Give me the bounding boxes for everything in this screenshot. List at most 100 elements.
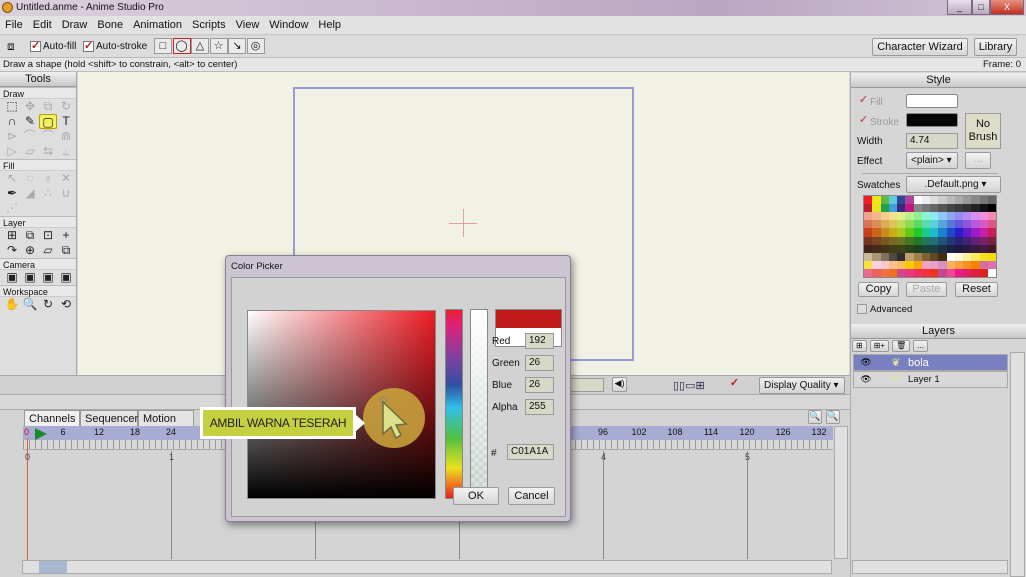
swatch[interactable] — [963, 244, 972, 253]
swatch[interactable] — [872, 260, 881, 269]
menu-draw[interactable]: Draw — [57, 16, 93, 35]
swatch[interactable] — [938, 252, 947, 261]
tool-layer-0-3-icon[interactable]: + — [57, 228, 75, 243]
swatch[interactable] — [921, 268, 930, 277]
swatch[interactable] — [938, 260, 947, 269]
swatch[interactable] — [913, 212, 922, 221]
stroke-checkbox[interactable]: ✓ — [858, 115, 869, 127]
cancel-button[interactable]: Cancel — [508, 487, 555, 505]
swatch[interactable] — [946, 268, 955, 277]
swatch[interactable] — [872, 244, 881, 253]
swatch[interactable] — [963, 204, 972, 213]
tool-draw-1-2-icon[interactable]: ▢ — [39, 114, 57, 129]
swatch[interactable] — [963, 268, 972, 277]
swatch[interactable] — [954, 228, 963, 237]
tool-camera-0-1-icon[interactable]: ▣ — [21, 270, 39, 285]
swatch[interactable] — [888, 228, 897, 237]
swatch[interactable] — [921, 212, 930, 221]
swatch[interactable] — [905, 236, 914, 245]
display-quality-dropdown[interactable]: Display Quality ▾ — [759, 377, 845, 394]
swatch[interactable] — [880, 212, 889, 221]
swatch[interactable] — [864, 212, 873, 221]
swatch[interactable] — [987, 212, 996, 221]
swatch[interactable] — [905, 196, 914, 205]
swatch[interactable] — [954, 252, 963, 261]
swatch[interactable] — [979, 212, 988, 221]
tool-draw-3-3-icon[interactable]: ⥿ — [57, 144, 75, 159]
rectangle-shape-button[interactable]: □ — [154, 38, 172, 54]
new-layer-button[interactable]: ⊞ — [852, 340, 867, 352]
swatch[interactable] — [946, 220, 955, 229]
swatch[interactable] — [872, 212, 881, 221]
swatch[interactable] — [979, 228, 988, 237]
tool-layer-0-0-icon[interactable]: ⊞ — [3, 228, 21, 243]
swatch[interactable] — [979, 236, 988, 245]
scroll-thumb[interactable] — [39, 561, 67, 573]
swatch[interactable] — [913, 268, 922, 277]
swatch[interactable] — [888, 196, 897, 205]
tool-draw-2-0-icon[interactable]: ⊳ — [3, 129, 21, 144]
swatch[interactable] — [930, 220, 939, 229]
swatch[interactable] — [888, 220, 897, 229]
swatch[interactable] — [946, 236, 955, 245]
swatch[interactable] — [930, 268, 939, 277]
menu-edit[interactable]: Edit — [28, 16, 57, 35]
layers-scrollbar[interactable] — [1010, 352, 1025, 577]
swatch[interactable] — [864, 268, 873, 277]
swatch[interactable] — [880, 220, 889, 229]
tool-fill-1-1-icon[interactable]: ◢ — [21, 186, 39, 201]
tool-fill-1-0-icon[interactable]: ✒ — [3, 186, 21, 201]
swatch[interactable] — [930, 212, 939, 221]
current-frame-marker[interactable]: 0 — [24, 427, 29, 437]
character-wizard-button[interactable]: Character Wizard — [872, 38, 968, 56]
swatch[interactable] — [938, 220, 947, 229]
swatch[interactable] — [987, 204, 996, 213]
timeline-v-scrollbar[interactable] — [834, 426, 848, 559]
swatch[interactable] — [897, 252, 906, 261]
tab-sequencer[interactable]: Sequencer — [80, 410, 138, 427]
swatch[interactable] — [938, 228, 947, 237]
swatch[interactable] — [987, 268, 996, 277]
tool-draw-0-1-icon[interactable]: ✥ — [21, 99, 39, 114]
tool-draw-3-1-icon[interactable]: ▱ — [21, 144, 39, 159]
swatch[interactable] — [872, 236, 881, 245]
tool-draw-0-0-icon[interactable]: ⬚ — [3, 99, 21, 114]
swatch[interactable] — [864, 228, 873, 237]
tool-fill-0-0-icon[interactable]: ↖ — [3, 171, 21, 186]
sound-button[interactable]: ◀) — [612, 377, 627, 392]
swatch[interactable] — [880, 268, 889, 277]
new-layer-menu-button[interactable]: ⊞+ — [869, 340, 890, 352]
copy-button[interactable]: Copy — [858, 282, 899, 297]
swatch[interactable] — [888, 212, 897, 221]
swatch[interactable] — [987, 236, 996, 245]
swatch[interactable] — [979, 220, 988, 229]
tool-layer-1-2-icon[interactable]: ▱ — [39, 243, 57, 258]
swatch[interactable] — [971, 220, 980, 229]
swatch[interactable] — [971, 212, 980, 221]
swatch[interactable] — [888, 268, 897, 277]
tool-draw-3-2-icon[interactable]: ⇆ — [39, 144, 57, 159]
hue-slider[interactable] — [445, 309, 463, 499]
menu-bone[interactable]: Bone — [92, 16, 128, 35]
swatch[interactable] — [987, 196, 996, 205]
tool-fill-2-0-icon[interactable]: ⋰ — [3, 201, 21, 216]
swatch[interactable] — [888, 252, 897, 261]
tool-camera-0-3-icon[interactable]: ▣ — [57, 270, 75, 285]
layer-row[interactable]: 👁 ❦ Layer 1 — [853, 371, 1008, 388]
tool-draw-1-1-icon[interactable]: ✎ — [21, 114, 39, 129]
swatch[interactable] — [954, 220, 963, 229]
tool-draw-1-0-icon[interactable]: ∩ — [3, 114, 21, 129]
swatch[interactable] — [946, 196, 955, 205]
quality-checkbox[interactable]: ✓ — [729, 378, 740, 390]
tool-layer-0-2-icon[interactable]: ⊡ — [39, 228, 57, 243]
menu-view[interactable]: View — [231, 16, 265, 35]
swatch[interactable] — [905, 228, 914, 237]
swatch[interactable] — [946, 228, 955, 237]
swatch[interactable] — [987, 228, 996, 237]
swatch[interactable] — [921, 236, 930, 245]
fill-checkbox[interactable]: ✓ — [858, 95, 869, 107]
swatch-grid[interactable] — [863, 195, 997, 278]
swatch[interactable] — [864, 252, 873, 261]
swatch[interactable] — [971, 244, 980, 253]
swatch[interactable] — [913, 228, 922, 237]
